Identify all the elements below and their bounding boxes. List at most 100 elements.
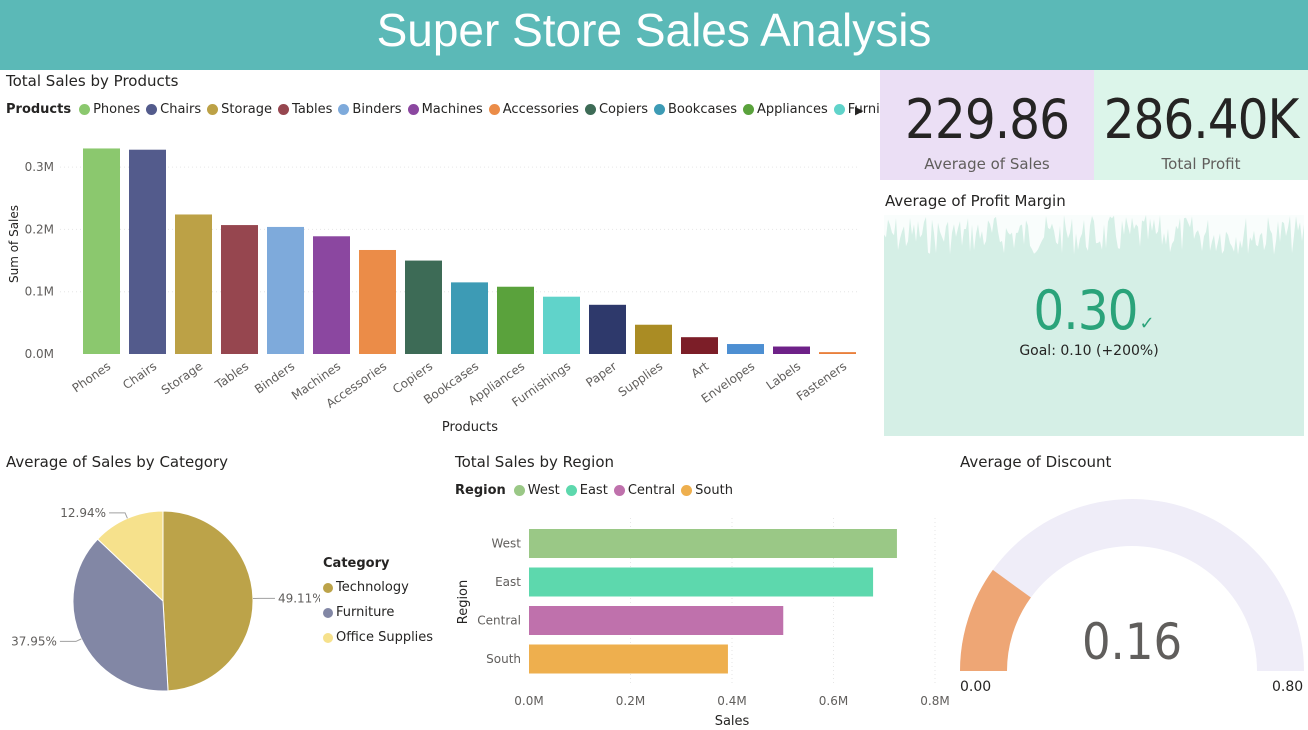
legend-item-technology[interactable]: Technology bbox=[323, 575, 433, 600]
legend-item-chairs[interactable]: Chairs bbox=[146, 102, 201, 117]
legend-swatch bbox=[323, 582, 333, 593]
legend-swatch bbox=[584, 104, 596, 115]
bar-bookcases[interactable] bbox=[451, 282, 488, 354]
y-axis-label: Region bbox=[456, 580, 471, 625]
pie-slice-technology[interactable] bbox=[162, 510, 254, 692]
bar-paper[interactable] bbox=[589, 304, 626, 354]
legend-swatch bbox=[742, 104, 754, 115]
gauge-min-label: 0.00 bbox=[960, 679, 992, 695]
x-tick-label: 0.4M bbox=[717, 694, 746, 708]
discount-gauge-title: Average of Discount bbox=[960, 453, 1112, 471]
legend-swatch bbox=[323, 632, 333, 643]
checkmark-icon: ✓ bbox=[1139, 313, 1155, 334]
pie-data-label: 49.11% bbox=[278, 591, 320, 605]
legend-item-binders[interactable]: Binders bbox=[338, 102, 402, 117]
legend-label: Accessories bbox=[502, 102, 579, 117]
legend-next-arrow-icon[interactable]: ▶ bbox=[855, 104, 863, 117]
legend-swatch bbox=[513, 485, 525, 496]
bar-art[interactable] bbox=[681, 337, 718, 354]
products-bar-chart: 0.0M 0.1M 0.2M 0.3M Sum of Sales Phones Chairs… bbox=[7, 148, 860, 435]
gauge-value: 0.16 bbox=[1081, 613, 1183, 671]
legend-swatch bbox=[338, 104, 350, 115]
pie-leader-line bbox=[109, 512, 128, 519]
bar-accessories[interactable] bbox=[359, 249, 396, 354]
legend-label: South bbox=[695, 483, 733, 498]
category-legend: Category Technology Furniture Office Suppl… bbox=[323, 556, 433, 650]
y-tick-label: 0.2M bbox=[25, 222, 54, 236]
x-tick-label: 0.6M bbox=[819, 694, 848, 708]
legend-label: Technology bbox=[336, 580, 409, 595]
bar-chairs[interactable] bbox=[129, 149, 166, 354]
bar-south[interactable] bbox=[529, 644, 728, 674]
bar-furnishings[interactable] bbox=[543, 296, 580, 354]
region-bar-chart: 0.0M 0.2M 0.4M 0.6M 0.8M West East Central South… bbox=[456, 518, 950, 729]
y-tick-label: South bbox=[486, 652, 521, 666]
legend-label: Storage bbox=[221, 102, 273, 117]
legend-item-phones[interactable]: Phones bbox=[79, 102, 140, 117]
legend-label: Central bbox=[627, 483, 676, 498]
bar-appliances[interactable] bbox=[497, 286, 534, 354]
legend-swatch bbox=[278, 104, 290, 115]
category-pie-chart: 49.11% 37.95% 12.94% bbox=[11, 506, 320, 692]
x-tick-label: Fasteners bbox=[794, 359, 849, 404]
legend-item-east[interactable]: East bbox=[565, 483, 608, 498]
bar-central[interactable] bbox=[529, 606, 784, 635]
legend-item-central[interactable]: Central bbox=[613, 483, 676, 498]
y-tick-label: West bbox=[491, 537, 521, 551]
legend-item-furniture[interactable]: Furniture bbox=[323, 600, 433, 625]
y-tick-label: East bbox=[495, 575, 521, 589]
bar-phones[interactable] bbox=[83, 148, 120, 354]
total-profit-label: Total Profit bbox=[1161, 155, 1241, 173]
legend-item-appliances[interactable]: Appliances bbox=[742, 102, 828, 117]
region-legend-title: Region bbox=[455, 483, 506, 498]
bar-fasteners[interactable] bbox=[819, 352, 856, 354]
legend-item-tables[interactable]: Tables bbox=[278, 102, 332, 117]
bar-binders[interactable] bbox=[267, 226, 304, 354]
legend-item-machines[interactable]: Machines bbox=[407, 102, 483, 117]
legend-swatch bbox=[407, 104, 419, 115]
profit-margin-kpi: 0.30 ✓ bbox=[884, 280, 1304, 342]
legend-item-copiers[interactable]: Copiers bbox=[584, 102, 648, 117]
legend-label: Copiers bbox=[598, 102, 648, 117]
products-chart-title: Total Sales by Products bbox=[6, 72, 179, 90]
legend-item-bookcases[interactable]: Bookcases bbox=[653, 102, 737, 117]
avg-sales-value: 229.86 bbox=[905, 88, 1070, 151]
bar-storage[interactable] bbox=[175, 214, 212, 354]
bar-copiers[interactable] bbox=[405, 260, 442, 354]
legend-label: Bookcases bbox=[667, 102, 737, 117]
x-axis-label: Sales bbox=[715, 714, 750, 729]
legend-label: Furniture bbox=[336, 605, 395, 620]
products-legend-title: Products bbox=[6, 102, 72, 117]
bar-tables[interactable] bbox=[221, 225, 258, 354]
legend-label: Appliances bbox=[756, 102, 828, 117]
profit-margin-goal: Goal: 0.10 (+200%) bbox=[1019, 343, 1159, 359]
bar-east[interactable] bbox=[529, 567, 874, 597]
y-axis-label: Sum of Sales bbox=[7, 205, 21, 283]
bar-supplies[interactable] bbox=[635, 324, 672, 354]
legend-swatch bbox=[833, 104, 845, 115]
legend-item-office-supplies[interactable]: Office Supplies bbox=[323, 625, 433, 650]
gauge-max-label: 0.80 bbox=[1272, 679, 1304, 695]
legend-swatch bbox=[565, 485, 577, 496]
y-tick-label: 0.0M bbox=[25, 347, 54, 361]
bar-west[interactable] bbox=[529, 529, 897, 558]
legend-label: Chairs bbox=[160, 102, 202, 117]
profit-margin-title: Average of Profit Margin bbox=[885, 192, 1066, 210]
x-tick-label: Paper bbox=[583, 359, 619, 390]
legend-item-west[interactable]: West bbox=[513, 483, 560, 498]
legend-item-south[interactable]: South bbox=[681, 483, 733, 498]
y-tick-label: 0.3M bbox=[25, 160, 54, 174]
legend-label: Phones bbox=[93, 102, 141, 117]
x-tick-label: Art bbox=[689, 359, 712, 381]
pie-leader-line bbox=[59, 638, 82, 642]
region-legend: Region West East Central South bbox=[455, 483, 739, 498]
bar-labels[interactable] bbox=[773, 346, 810, 354]
bar-machines[interactable] bbox=[313, 236, 350, 354]
bar-envelopes[interactable] bbox=[727, 344, 764, 354]
category-legend-title: Category bbox=[323, 556, 390, 571]
legend-item-storage[interactable]: Storage bbox=[207, 102, 272, 117]
legend-label: Machines bbox=[421, 102, 483, 117]
legend-label: Office Supplies bbox=[336, 630, 434, 645]
legend-item-accessories[interactable]: Accessories bbox=[488, 102, 579, 117]
pie-data-label: 37.95% bbox=[11, 634, 57, 648]
